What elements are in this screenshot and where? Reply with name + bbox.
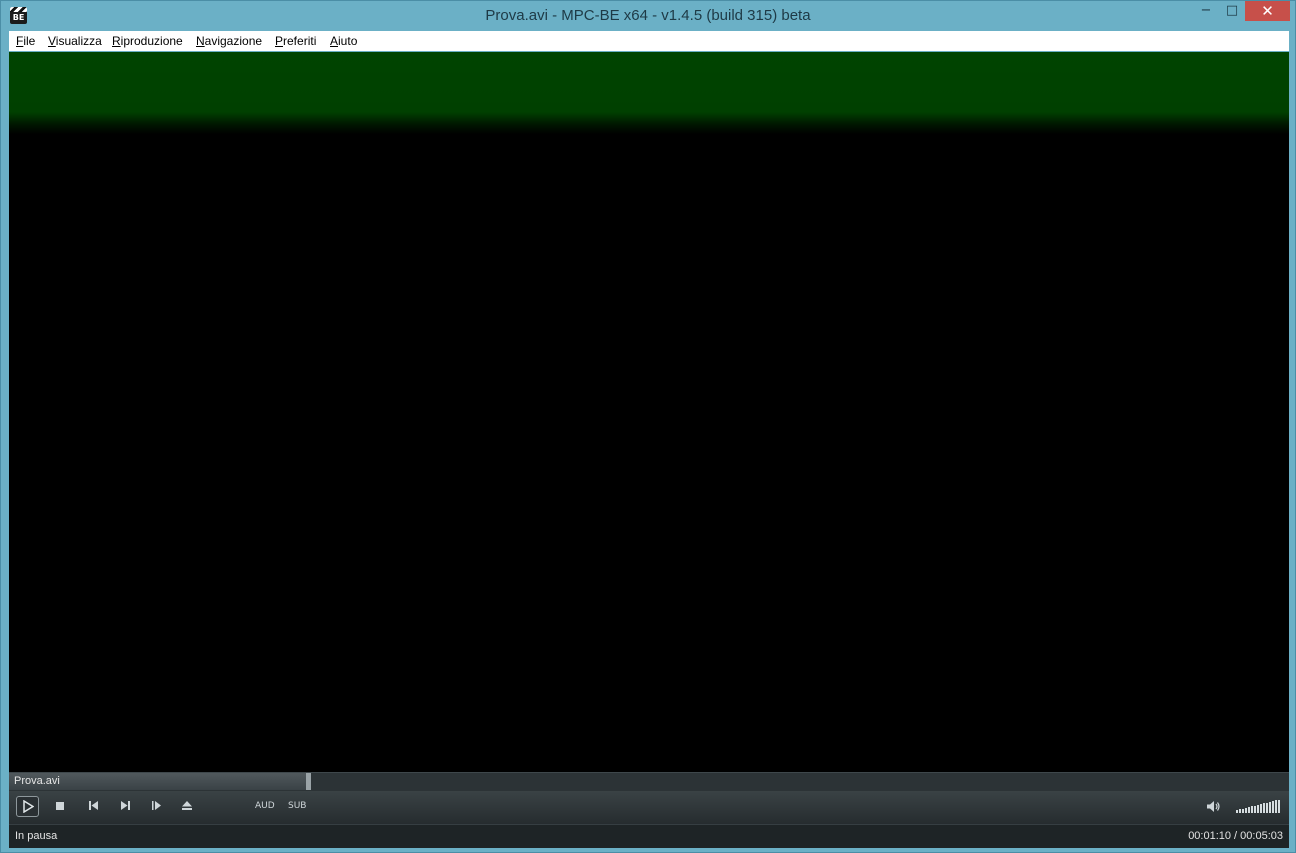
next-button[interactable] xyxy=(119,800,132,813)
menu-file[interactable]: File xyxy=(16,34,35,48)
control-toolbar: AUD SUB xyxy=(9,791,1289,824)
volume-bar xyxy=(1245,807,1247,813)
frame-step-button[interactable] xyxy=(150,800,163,813)
menu-navigazione[interactable]: Navigazione xyxy=(196,34,262,48)
menu-preferiti[interactable]: Preferiti xyxy=(275,34,316,48)
volume-bar xyxy=(1263,803,1265,813)
menu-preferiti-accel: P xyxy=(275,34,284,48)
time-display: 00:01:10 / 00:05:03 xyxy=(1188,830,1283,842)
volume-slider[interactable] xyxy=(1236,799,1282,813)
volume-bar xyxy=(1266,802,1268,813)
next-icon xyxy=(121,801,130,810)
video-area[interactable] xyxy=(9,52,1289,772)
status-bar: In pausa 00:01:10 / 00:05:03 xyxy=(9,824,1289,848)
player-window: BE Prova.avi - MPC-BE x64 - v1.4.5 (buil… xyxy=(0,0,1296,853)
volume-bar xyxy=(1251,806,1253,813)
seek-bar[interactable]: Prova.avi xyxy=(9,772,1289,791)
speaker-icon xyxy=(1206,801,1220,812)
frame-step-icon xyxy=(152,801,161,810)
maximize-button[interactable]: □ xyxy=(1219,1,1245,21)
menu-aiuto-accel: A xyxy=(330,34,339,48)
menu-aiuto[interactable]: Aiuto xyxy=(330,34,357,48)
menu-preferiti-label: referiti xyxy=(283,34,317,48)
menu-aiuto-label: iuto xyxy=(338,34,358,48)
volume-bar xyxy=(1254,805,1256,813)
menu-riproduzione-label: iproduzione xyxy=(120,34,183,48)
volume-bar xyxy=(1239,809,1241,813)
volume-bar xyxy=(1260,804,1262,813)
video-frame-green-band xyxy=(9,52,1289,134)
volume-bar xyxy=(1278,799,1280,813)
previous-icon xyxy=(89,801,98,810)
menu-bar: File Visualizza Riproduzione Navigazione… xyxy=(9,31,1289,51)
stop-icon xyxy=(56,802,64,810)
seek-thumb[interactable] xyxy=(306,773,311,790)
previous-button[interactable] xyxy=(87,800,100,813)
title-bar[interactable]: BE Prova.avi - MPC-BE x64 - v1.4.5 (buil… xyxy=(1,1,1295,31)
menu-riproduzione[interactable]: Riproduzione xyxy=(112,34,183,48)
menu-file-label: ile xyxy=(23,34,36,48)
eject-icon xyxy=(182,801,192,810)
playback-state: In pausa xyxy=(15,830,58,842)
eject-button[interactable] xyxy=(180,800,194,813)
play-button[interactable] xyxy=(16,796,39,817)
menu-navigazione-label: avigazione xyxy=(204,34,263,48)
volume-bar xyxy=(1275,800,1277,813)
mute-button[interactable] xyxy=(1205,800,1221,814)
volume-bar xyxy=(1248,807,1250,813)
volume-bar xyxy=(1242,808,1244,813)
seek-file-label: Prova.avi xyxy=(14,775,60,787)
menu-visualizza[interactable]: Visualizza xyxy=(48,34,102,48)
subtitle-button[interactable]: SUB xyxy=(288,801,306,811)
volume-bar xyxy=(1272,801,1274,813)
close-button[interactable]: ✕ xyxy=(1245,1,1290,21)
volume-bar xyxy=(1269,801,1271,813)
menu-visualizza-accel: V xyxy=(48,34,56,48)
menu-navigazione-accel: N xyxy=(196,34,205,48)
stop-button[interactable] xyxy=(54,801,66,813)
menu-visualizza-label: isualizza xyxy=(55,34,102,48)
audio-track-button[interactable]: AUD xyxy=(255,801,275,811)
menu-riproduzione-accel: R xyxy=(112,34,121,48)
volume-bar xyxy=(1236,810,1238,813)
minimize-button[interactable]: − xyxy=(1193,1,1219,21)
volume-bar xyxy=(1257,804,1259,813)
play-icon xyxy=(22,800,34,813)
window-title: Prova.avi - MPC-BE x64 - v1.4.5 (build 3… xyxy=(485,7,811,24)
